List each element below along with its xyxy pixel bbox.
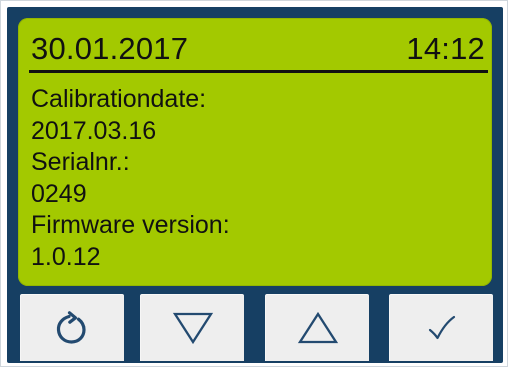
down-button[interactable] (140, 294, 244, 361)
refresh-button[interactable] (20, 294, 124, 361)
status-divider (29, 70, 488, 73)
screenshot-frame: 30.01.2017 14:12 Calibrationdate: 2017.0… (0, 0, 508, 367)
time-display: 14:12 (406, 31, 485, 66)
serial-number-label: Serialnr.: (31, 148, 130, 176)
firmware-version-value: 1.0.12 (31, 242, 101, 271)
firmware-version-label: Firmware version: (31, 211, 230, 239)
calibration-date-value: 2017.03.16 (31, 116, 157, 145)
triangle-up-icon (297, 311, 338, 344)
checkmark-icon (428, 315, 455, 340)
triangle-down-icon (172, 312, 213, 345)
up-button[interactable] (265, 294, 369, 361)
serial-number-value: 0249 (31, 179, 87, 208)
calibration-date-label: Calibrationdate: (31, 85, 207, 113)
date-display: 30.01.2017 (31, 31, 189, 66)
device-info: Calibrationdate: 2017.03.16 Serialnr.: 0… (31, 84, 471, 273)
confirm-button[interactable] (389, 294, 493, 361)
soft-key-bar (15, 294, 493, 361)
status-line: 30.01.2017 14:12 (31, 28, 485, 70)
refresh-icon (56, 311, 86, 344)
lcd-display: 30.01.2017 14:12 Calibrationdate: 2017.0… (18, 18, 492, 286)
